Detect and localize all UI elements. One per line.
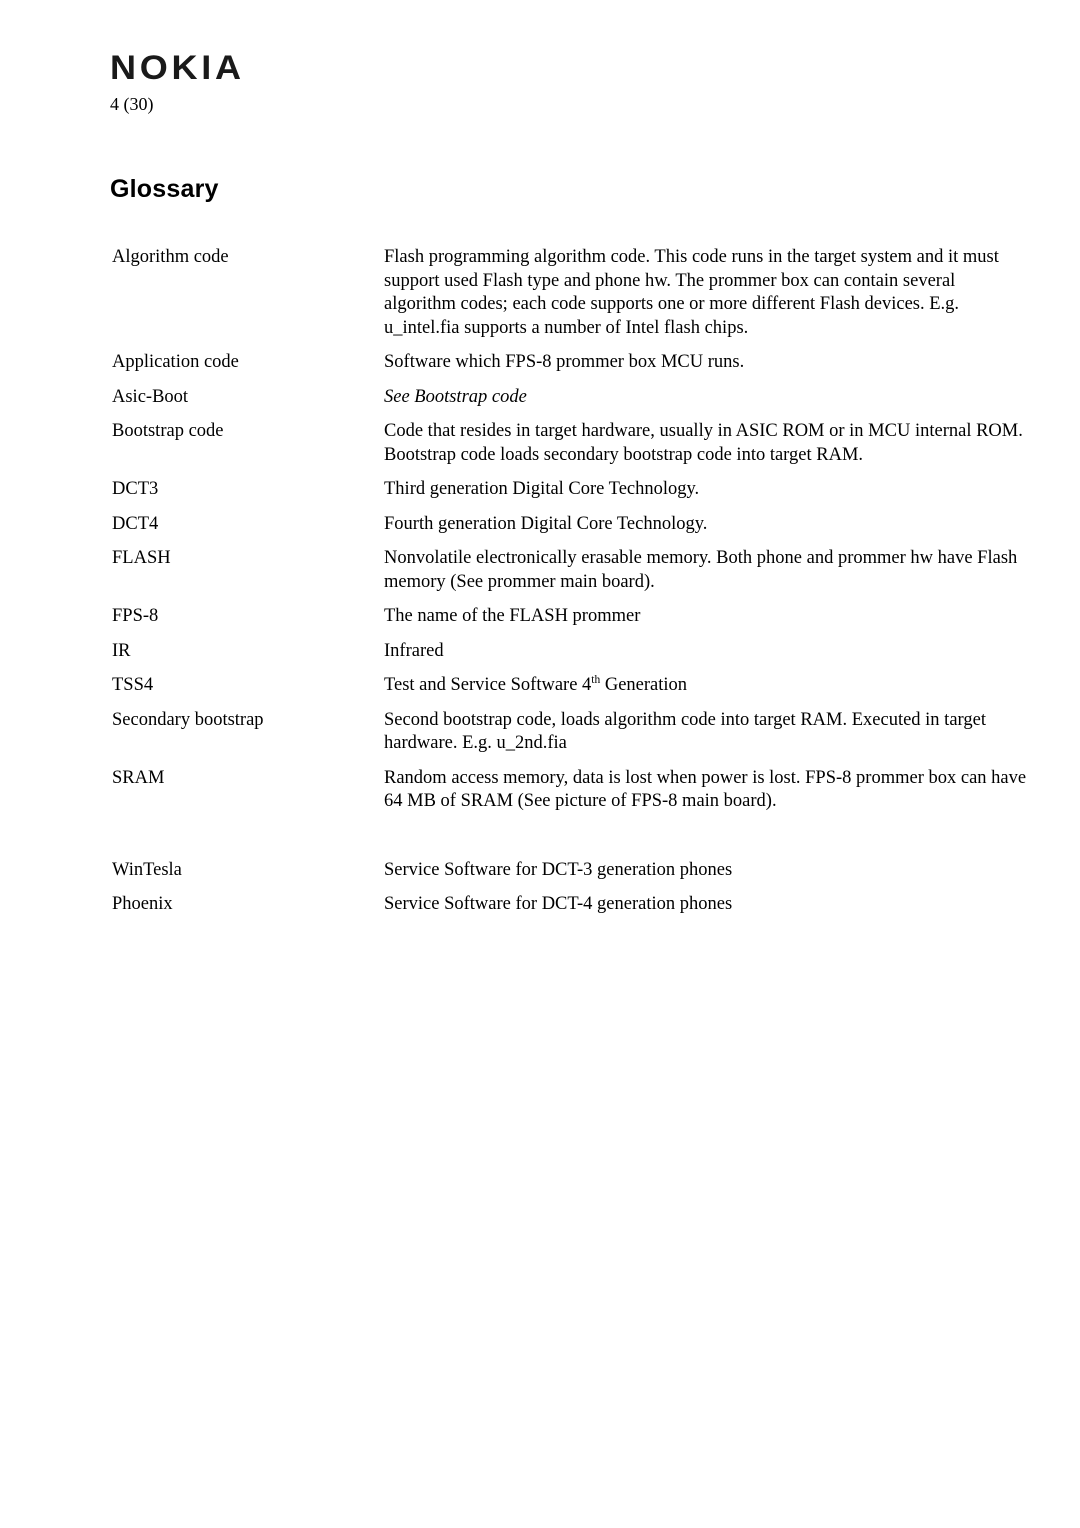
page-header: NOKIA 4 (30) (110, 50, 970, 115)
glossary-entry: DCT3 Third generation Digital Core Techn… (112, 478, 1027, 502)
glossary-definition: Third generation Digital Core Technology… (384, 479, 700, 499)
glossary-term: SRAM (112, 767, 165, 788)
glossary-term: Application code (112, 352, 239, 372)
glossary-term: DCT4 (112, 513, 159, 534)
glossary-entry: Algorithm code Flash programming algorit… (112, 246, 1027, 340)
glossary-entry: TSS4 Test and Service Software 4th Gener… (112, 674, 1027, 698)
glossary-term: WinTesla (112, 859, 182, 880)
glossary-term: FLASH (112, 548, 171, 568)
glossary-entry: IR Infrared (112, 640, 1027, 664)
glossary-term: Secondary bootstrap (112, 709, 264, 730)
glossary-definition: The name of the FLASH prommer (384, 606, 641, 626)
glossary-entry: FLASH Nonvolatile electronically erasabl… (112, 547, 1027, 594)
document-page: NOKIA 4 (30) Glossary Algorithm code Fla… (0, 0, 1080, 1528)
glossary-definition: Infrared (384, 640, 444, 661)
glossary-term: Algorithm code (112, 247, 229, 267)
glossary-definition: Fourth generation Digital Core Technolog… (384, 513, 708, 534)
glossary-definition: Random access memory, data is lost when … (384, 767, 1027, 812)
glossary-entry: Phoenix Service Software for DCT-4 gener… (112, 893, 1027, 917)
glossary-definition: Software which FPS-8 prommer box MCU run… (384, 352, 745, 372)
glossary-definition: Code that resides in target hardware, us… (384, 421, 1023, 465)
glossary-entry: WinTesla Service Software for DCT-3 gene… (112, 859, 1027, 883)
glossary-definition: Flash programming algorithm code. This c… (384, 247, 999, 338)
page-title: Glossary (110, 175, 219, 203)
glossary-entry: Bootstrap code Code that resides in targ… (112, 420, 1027, 467)
glossary-term: DCT3 (112, 479, 159, 499)
glossary-term: Phoenix (112, 894, 173, 914)
definition-prefix: Test and Service Software 4 (384, 675, 592, 695)
glossary-list: Algorithm code Flash programming algorit… (112, 246, 1027, 928)
glossary-entry: FPS-8 The name of the FLASH prommer (112, 605, 1027, 629)
page-number: 4 (30) (110, 94, 154, 114)
glossary-term: TSS4 (112, 675, 154, 695)
nokia-logo-wordmark: NOKIA (110, 49, 245, 87)
glossary-entry: Asic-Boot See Bootstrap code (112, 386, 1027, 410)
glossary-entry: SRAM Random access memory, data is lost … (112, 767, 1027, 814)
glossary-definition: Nonvolatile electronically erasable memo… (384, 548, 1018, 592)
glossary-definition: See Bootstrap code (384, 386, 527, 407)
glossary-definition: Service Software for DCT-4 generation ph… (384, 894, 733, 914)
glossary-term: Bootstrap code (112, 421, 224, 441)
glossary-term: IR (112, 640, 131, 661)
glossary-term: Asic-Boot (112, 386, 189, 407)
glossary-entry: DCT4 Fourth generation Digital Core Tech… (112, 513, 1027, 537)
ordinal-superscript: th (591, 673, 601, 686)
glossary-entry: Application code Software which FPS-8 pr… (112, 351, 1027, 375)
definition-suffix: Generation (600, 675, 688, 695)
glossary-term: FPS-8 (112, 606, 159, 626)
glossary-entry: Secondary bootstrap Second bootstrap cod… (112, 709, 1027, 756)
glossary-definition: Second bootstrap code, loads algorithm c… (384, 709, 986, 754)
glossary-definition: Test and Service Software 4th Generation (384, 674, 1027, 698)
glossary-definition: Service Software for DCT-3 generation ph… (384, 859, 733, 880)
